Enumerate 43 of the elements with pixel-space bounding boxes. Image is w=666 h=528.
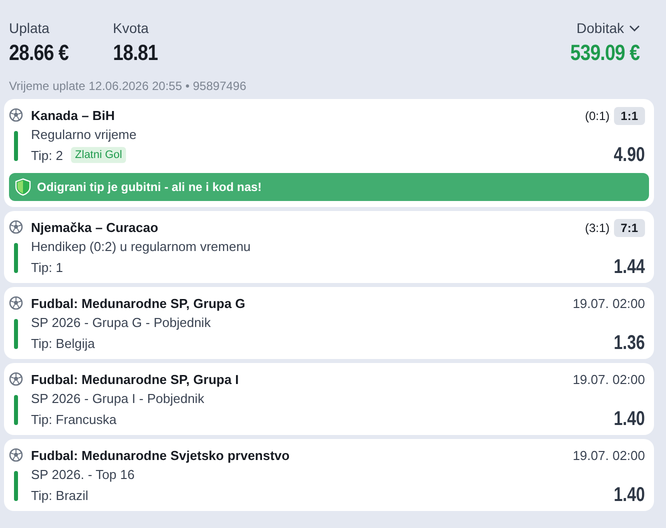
bet-odds: 1.36: [614, 333, 645, 353]
match-title: Kanada – BiH: [31, 108, 115, 123]
halftime-score: (0:1): [584, 108, 610, 122]
chevron-icon: [629, 24, 640, 32]
market-name: SP 2026 - Grupa G - Pobjednik: [31, 314, 212, 332]
bet-odds: 1.44: [614, 257, 645, 277]
total-odds: 18.81: [112, 40, 158, 66]
soccer-ball-icon: [9, 108, 23, 122]
bet-odds: 1.40: [614, 409, 645, 429]
match-title: Fudbal: Medunarodne Svjetsko prvenstvo: [31, 448, 290, 463]
match-title: Fudbal: Medunarodne SP, Grupa I: [31, 372, 239, 387]
soccer-ball-icon: [9, 220, 23, 234]
win-dropdown[interactable]: Dobitak: [576, 20, 640, 36]
odds-label: Kvota: [112, 20, 150, 36]
banner-text: Odigrani tip je gubitni - ali ne i kod nas!: [37, 180, 262, 194]
tip-text: Tip: Francuska: [31, 412, 116, 426]
match-date: 19.07. 02:00: [572, 372, 645, 387]
win-amount: 539.09 €: [570, 40, 640, 66]
bet-odds: 4.90: [614, 145, 645, 165]
tip-text: Tip: 2: [31, 148, 64, 162]
soccer-ball-icon: [9, 372, 23, 386]
final-score: 7:1: [614, 218, 645, 236]
shield-icon: [15, 178, 31, 196]
halftime-score: (3:1): [584, 220, 610, 234]
stake-amount: 28.66 €: [9, 40, 68, 66]
market-name: Regularno vrijeme: [31, 126, 138, 144]
tip-text: Tip: Belgija: [31, 336, 95, 350]
final-score: 1:1: [614, 106, 645, 124]
match-date: 19.07. 02:00: [572, 296, 645, 311]
promo-tag: Zlatni Gol: [71, 147, 126, 163]
soccer-ball-icon: [9, 448, 23, 462]
bet-odds: 1.40: [614, 485, 645, 505]
match-title: Njemačka – Curacao: [31, 220, 158, 235]
market-name: SP 2026. - Top 16: [31, 466, 136, 484]
market-name: SP 2026 - Grupa I - Pobjednik: [31, 390, 206, 408]
payment-info: Vrijeme uplate 12.06.2026 20:55 • 95897496: [8, 78, 248, 95]
tip-text: Tip: Brazil: [31, 488, 88, 502]
stake-label: Uplata: [9, 20, 50, 36]
match-title: Fudbal: Medunarodne SP, Grupa G: [31, 296, 246, 311]
soccer-ball-icon: [9, 296, 23, 310]
market-name: Hendikep (0:2) u regularnom vremenu: [31, 238, 252, 256]
match-date: 19.07. 02:00: [572, 448, 645, 463]
tip-text: Tip: 1: [31, 260, 64, 274]
